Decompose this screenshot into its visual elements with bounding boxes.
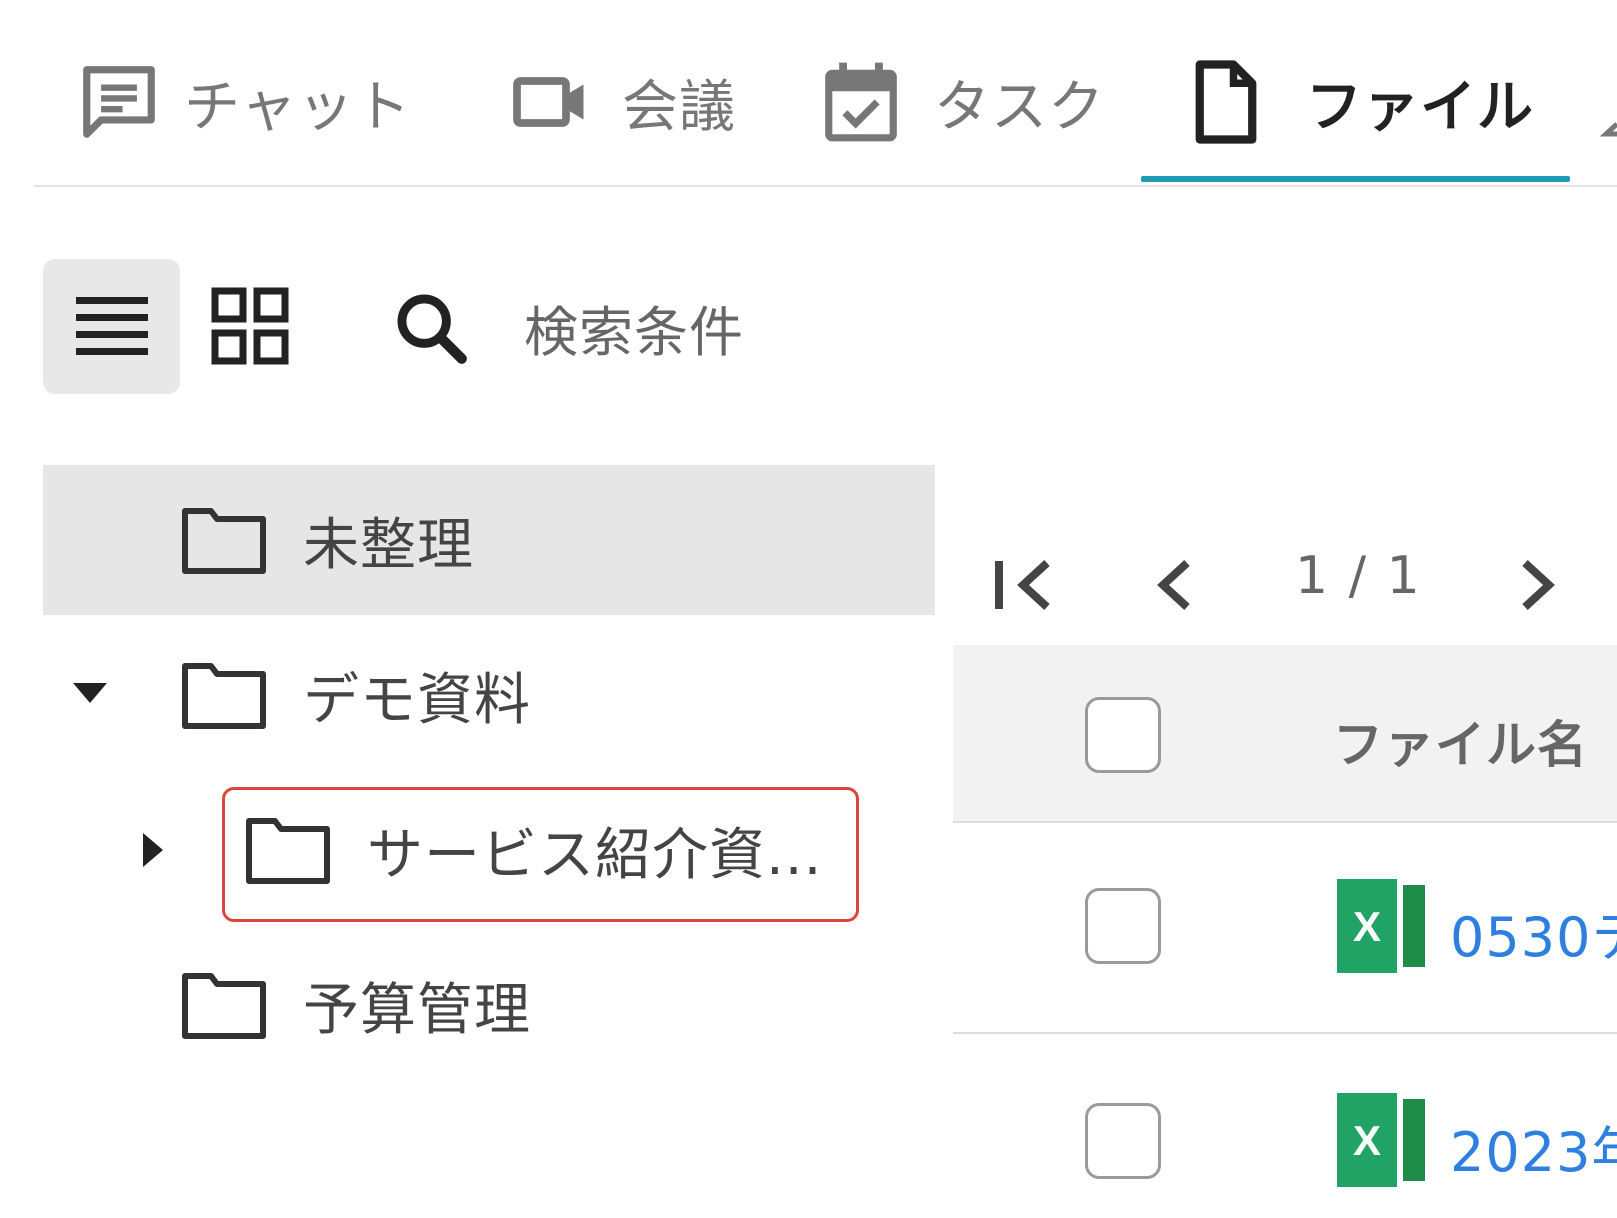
folder-icon xyxy=(182,663,266,729)
search-conditions-label: 検索条件 xyxy=(524,301,744,364)
first-page-button[interactable] xyxy=(993,540,1055,630)
svg-text:X: X xyxy=(1353,1117,1381,1164)
folder-label: デモ資料 xyxy=(303,667,531,733)
tab-bar: チャット 会議 タスク ファイル xyxy=(0,0,1617,190)
row-checkbox[interactable] xyxy=(1085,888,1161,964)
tab-meeting-label: 会議 xyxy=(622,74,736,140)
chevron-right-icon xyxy=(1522,560,1555,610)
tab-chat-label: チャット xyxy=(184,74,412,140)
file-link[interactable]: 2023年 xyxy=(1450,1108,1617,1187)
tab-task-label: タスク xyxy=(934,74,1105,140)
row-checkbox[interactable] xyxy=(1085,1103,1161,1179)
list-view-button[interactable] xyxy=(43,259,180,394)
calendar-check-icon xyxy=(825,62,897,142)
folder-item-demo[interactable]: デモ資料 xyxy=(43,620,935,770)
file-icon xyxy=(1195,60,1257,144)
tab-next-partial[interactable] xyxy=(1599,120,1617,140)
tab-meeting[interactable]: 会議 xyxy=(510,52,736,152)
tab-chat[interactable]: チャット xyxy=(76,52,411,152)
next-page-button[interactable] xyxy=(1517,540,1557,630)
tab-files-label: ファイル xyxy=(1306,74,1534,140)
highlight-box xyxy=(222,787,859,922)
select-all-checkbox[interactable] xyxy=(1085,697,1161,773)
search-conditions-button[interactable]: 検索条件 xyxy=(390,280,744,375)
search-icon xyxy=(397,294,467,364)
grid-view-icon xyxy=(211,287,289,365)
excel-icon: X xyxy=(1337,879,1425,973)
folder-item-budget[interactable]: 予算管理 xyxy=(43,930,935,1080)
chat-icon xyxy=(83,66,155,138)
folder-icon xyxy=(182,508,266,574)
caret-down-icon[interactable] xyxy=(73,683,107,703)
caret-right-icon[interactable] xyxy=(143,833,163,867)
tab-task[interactable]: タスク xyxy=(818,52,1105,152)
chevron-left-icon xyxy=(1157,560,1190,610)
svg-text:X: X xyxy=(1353,903,1381,950)
previous-page-button[interactable] xyxy=(1155,540,1195,630)
folder-item-unsorted[interactable]: 未整理 xyxy=(43,465,935,615)
folder-icon xyxy=(182,973,266,1039)
list-view-icon xyxy=(75,296,148,355)
first-page-icon xyxy=(995,560,1050,610)
tab-files[interactable]: ファイル xyxy=(1186,52,1534,152)
active-tab-indicator xyxy=(1141,176,1570,182)
folder-label: 未整理 xyxy=(303,512,474,578)
grid-view-button[interactable] xyxy=(196,272,304,380)
file-link[interactable]: 0530テ xyxy=(1450,893,1617,972)
column-header-filename: ファイル名 xyxy=(1333,716,1588,774)
tab-bar-divider xyxy=(34,185,1617,187)
excel-icon: X xyxy=(1337,1093,1425,1187)
folder-label: 予算管理 xyxy=(303,977,531,1043)
video-icon xyxy=(513,77,584,127)
page-indicator: 1 / 1 xyxy=(1295,546,1422,606)
row-divider xyxy=(953,1032,1617,1034)
person-icon xyxy=(1599,122,1617,137)
